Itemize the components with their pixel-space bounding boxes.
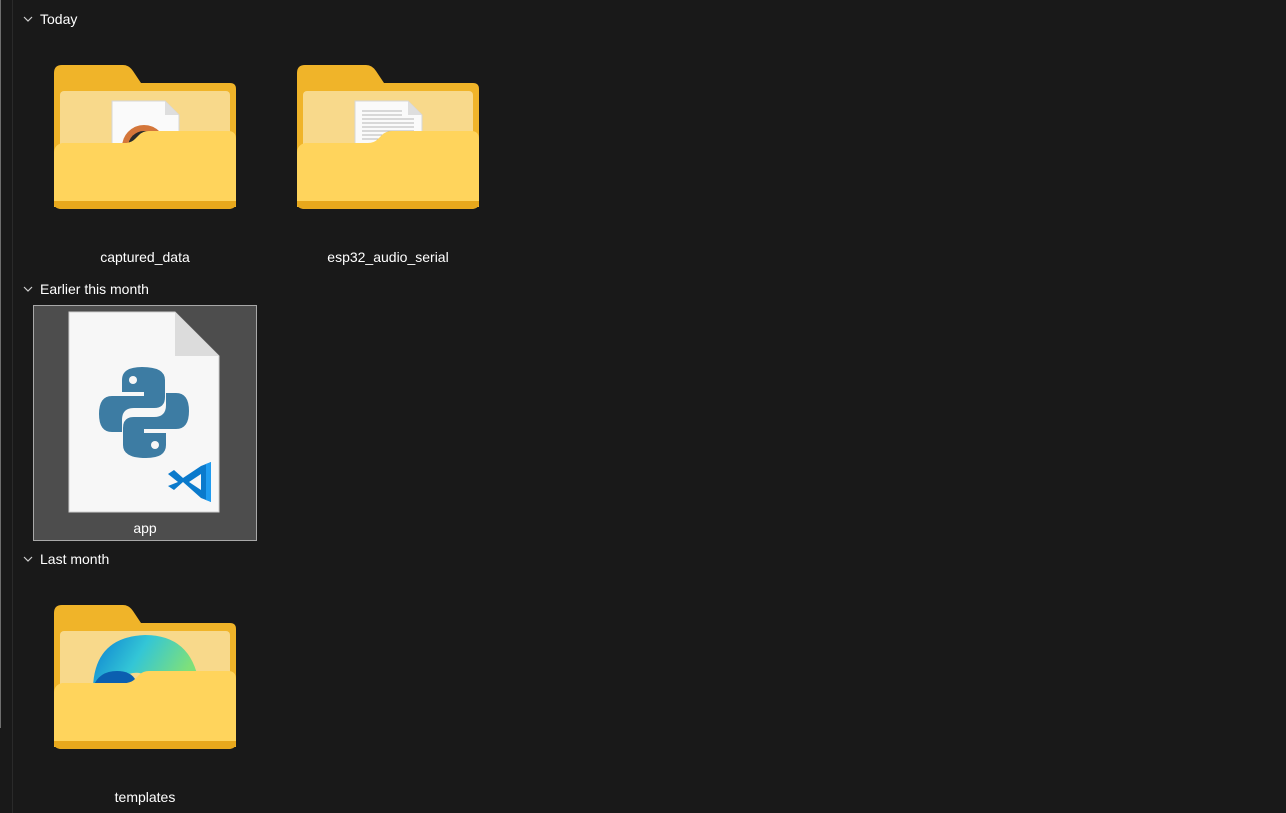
- chevron-down-icon: [23, 286, 33, 292]
- group-label: Earlier this month: [40, 281, 149, 297]
- group-header-last-month[interactable]: Last month: [22, 549, 109, 569]
- item-name: captured_data: [100, 249, 190, 265]
- navigation-pane-edge: [0, 0, 1, 728]
- file-item-app[interactable]: app: [33, 305, 257, 541]
- group-label: Last month: [40, 551, 110, 567]
- group-label: Today: [40, 11, 78, 27]
- folder-item-templates[interactable]: templates: [33, 575, 257, 811]
- item-name: esp32_audio_serial: [327, 249, 449, 265]
- pane-divider[interactable]: [12, 0, 13, 813]
- python-file-icon: [34, 306, 258, 520]
- folder-icon: [276, 35, 500, 249]
- folder-item-esp32-audio-serial[interactable]: esp32_audio_serial: [276, 35, 500, 271]
- group-header-today[interactable]: Today: [22, 9, 77, 29]
- folder-item-captured-data[interactable]: captured_data: [33, 35, 257, 271]
- item-name: templates: [114, 789, 176, 805]
- file-explorer-content: Today captured_data esp32_audio_serial E…: [0, 0, 1286, 813]
- group-header-earlier-this-month[interactable]: Earlier this month: [22, 279, 149, 299]
- chevron-down-icon: [23, 16, 33, 22]
- item-name: app: [133, 520, 157, 536]
- chevron-down-icon: [23, 556, 33, 562]
- folder-icon: [33, 35, 257, 249]
- folder-icon: [33, 575, 257, 789]
